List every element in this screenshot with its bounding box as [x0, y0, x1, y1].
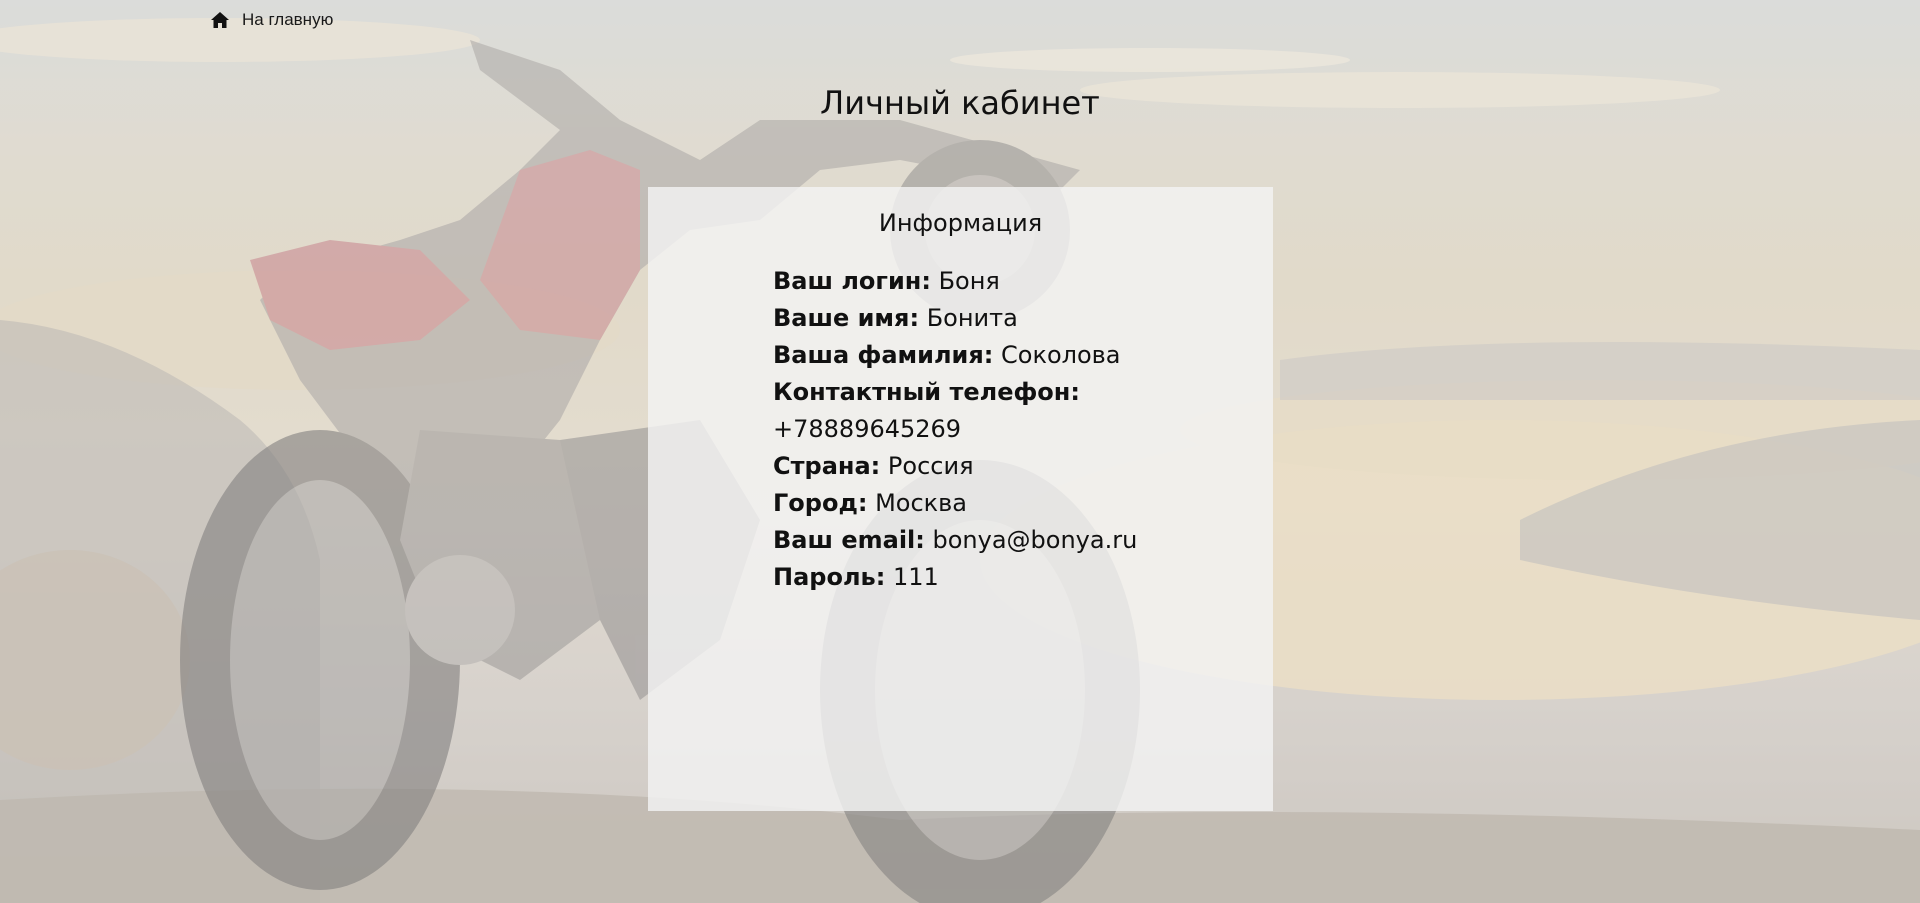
info-row-password: Пароль: 111	[773, 559, 1143, 596]
info-row-login: Ваш логин: Боня	[773, 263, 1143, 300]
home-link[interactable]: На главную	[210, 10, 333, 30]
password-label: Пароль:	[773, 563, 886, 591]
home-icon	[211, 12, 229, 28]
info-card: Информация Ваш логин: Боня Ваше имя: Бон…	[648, 187, 1273, 811]
card-title: Информация	[878, 209, 1043, 237]
login-label: Ваш логин:	[773, 267, 931, 295]
login-value: Боня	[938, 267, 1000, 295]
password-value: 111	[892, 563, 939, 591]
city-value: Москва	[875, 489, 968, 517]
home-link-label: На главную	[242, 10, 334, 29]
info-row-last-name: Ваша фамилия: Соколова	[773, 337, 1143, 374]
phone-label: Контактный телефон:	[773, 378, 1080, 406]
page-title: Личный кабинет	[820, 84, 1100, 122]
info-row-country: Страна: Россия	[773, 448, 1143, 485]
first-name-label: Ваше имя:	[773, 304, 920, 332]
country-value: Россия	[887, 452, 974, 480]
last-name-value: Соколова	[1001, 341, 1121, 369]
info-row-phone: Контактный телефон: +78889645269	[773, 374, 1143, 448]
phone-value: +78889645269	[773, 415, 962, 443]
info-list: Ваш логин: Боня Ваше имя: Бонита Ваша фа…	[773, 263, 1143, 596]
info-row-first-name: Ваше имя: Бонита	[773, 300, 1143, 337]
email-value: bonya@bonya.ru	[932, 526, 1138, 554]
info-row-city: Город: Москва	[773, 485, 1143, 522]
country-label: Страна:	[773, 452, 881, 480]
last-name-label: Ваша фамилия:	[773, 341, 994, 369]
first-name-value: Бонита	[926, 304, 1018, 332]
info-row-email: Ваш email: bonya@bonya.ru	[773, 522, 1143, 559]
city-label: Город:	[773, 489, 868, 517]
email-label: Ваш email:	[773, 526, 925, 554]
